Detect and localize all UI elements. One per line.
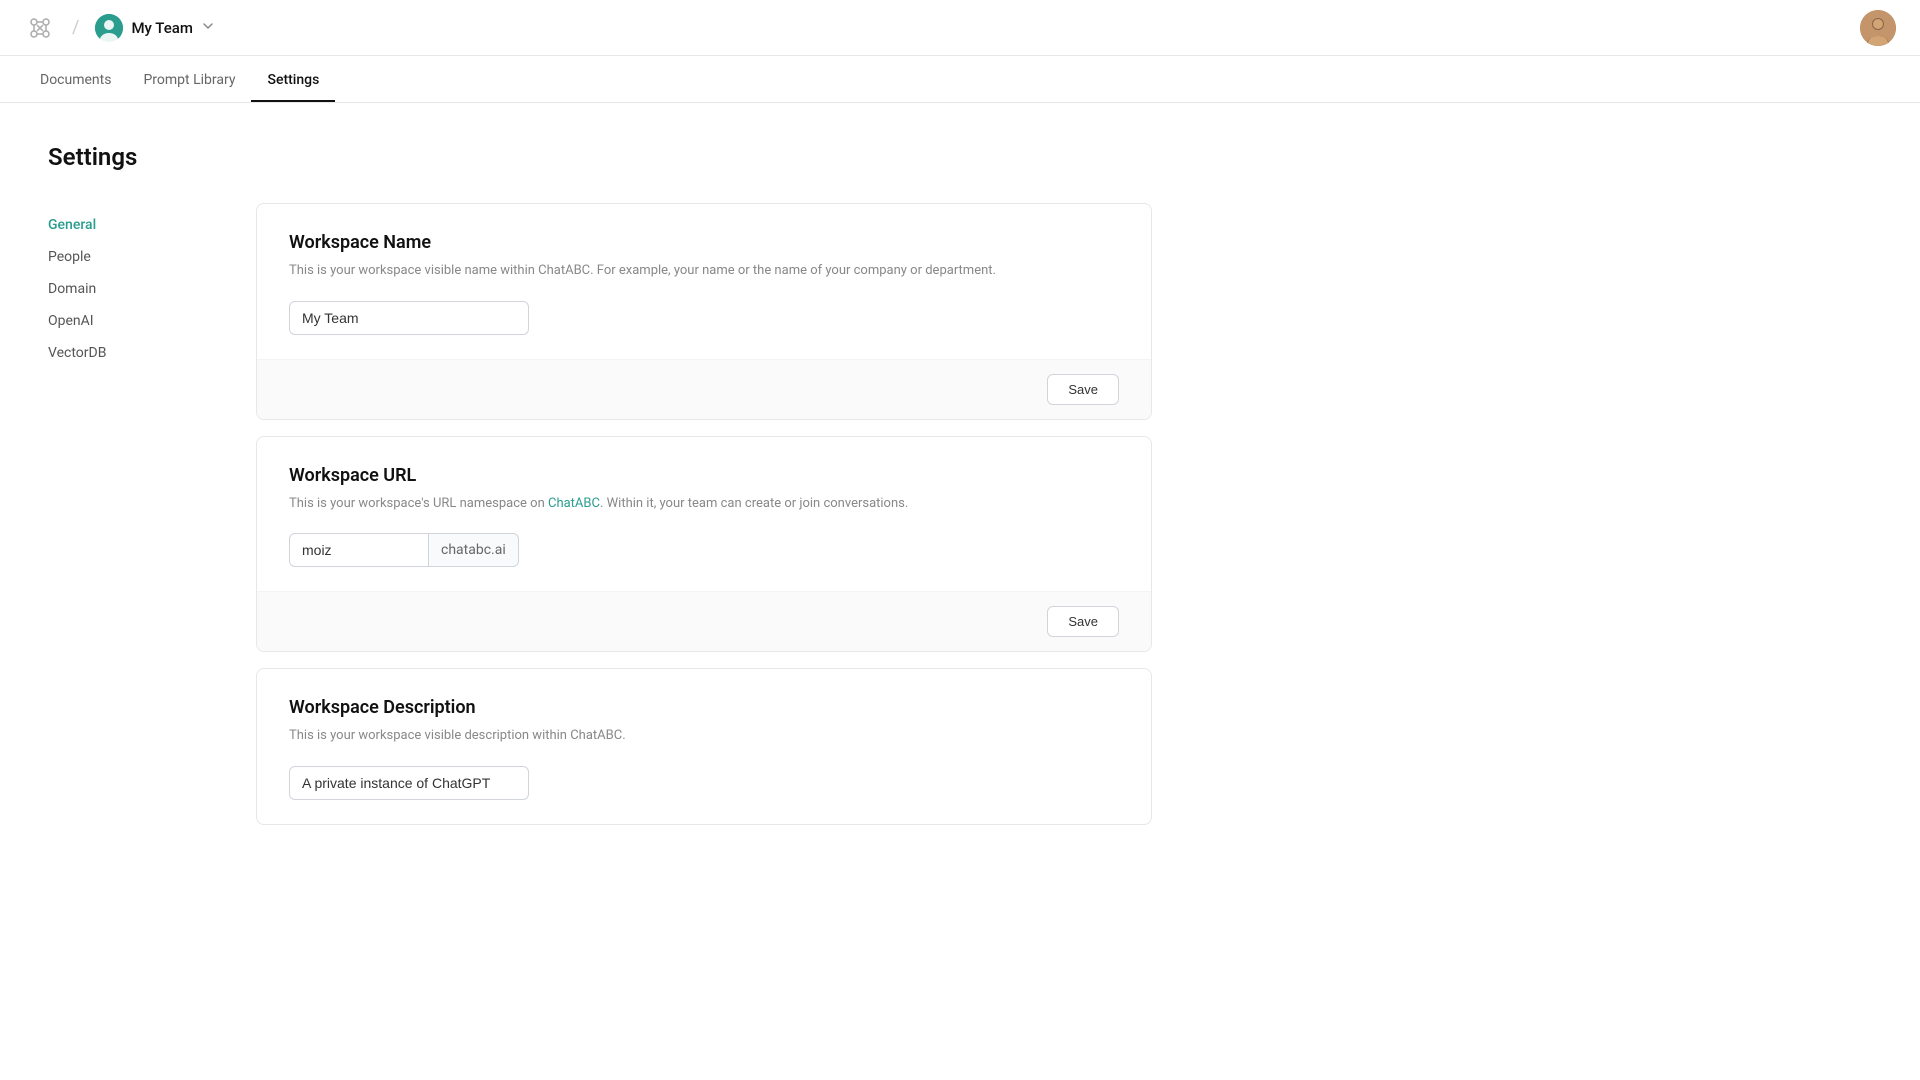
app-logo-icon[interactable]	[24, 12, 56, 44]
chevron-down-icon	[201, 19, 215, 36]
workspace-name-card: Workspace Name This is your workspace vi…	[256, 203, 1152, 420]
user-avatar[interactable]	[1860, 10, 1896, 46]
main-content: Settings General People Domain OpenAI Ve…	[0, 103, 1200, 881]
workspace-name-footer: Save	[257, 359, 1151, 419]
workspace-name-input[interactable]	[289, 301, 529, 335]
settings-layout: General People Domain OpenAI VectorDB Wo…	[48, 203, 1152, 841]
breadcrumb-divider: /	[72, 17, 79, 38]
workspace-url-desc-after: . Within it, your team can create or joi…	[600, 496, 908, 511]
workspace-url-prefix-input[interactable]	[289, 533, 429, 567]
url-input-group: chatabc.ai	[289, 533, 1119, 567]
workspace-url-card-body: Workspace URL This is your workspace's U…	[257, 437, 1151, 592]
tab-documents[interactable]: Documents	[24, 56, 127, 102]
workspace-name-card-body: Workspace Name This is your workspace vi…	[257, 204, 1151, 359]
workspace-description-title: Workspace Description	[289, 697, 1119, 718]
workspace-name-title: Workspace Name	[289, 232, 1119, 253]
workspace-url-card: Workspace URL This is your workspace's U…	[256, 436, 1152, 653]
chatabc-link[interactable]: ChatABC	[548, 496, 600, 511]
workspace-description-card-body: Workspace Description This is your works…	[257, 669, 1151, 824]
workspace-url-desc-before: This is your workspace's URL namespace o…	[289, 496, 548, 511]
workspace-selector[interactable]: My Team	[95, 14, 214, 42]
page-title: Settings	[48, 143, 1152, 171]
workspace-name-save-button[interactable]: Save	[1047, 374, 1119, 405]
sidebar-item-openai[interactable]: OpenAI	[48, 307, 208, 335]
workspace-description-card: Workspace Description This is your works…	[256, 668, 1152, 825]
settings-panels: Workspace Name This is your workspace vi…	[256, 203, 1152, 841]
header-left: / My Team	[24, 12, 215, 44]
sidebar-item-general[interactable]: General	[48, 211, 208, 239]
workspace-url-title: Workspace URL	[289, 465, 1119, 486]
tab-settings[interactable]: Settings	[251, 56, 335, 102]
workspace-url-suffix: chatabc.ai	[429, 533, 519, 567]
sidebar-item-domain[interactable]: Domain	[48, 275, 208, 303]
workspace-url-footer: Save	[257, 591, 1151, 651]
workspace-description-desc: This is your workspace visible descripti…	[289, 726, 1119, 746]
workspace-name-description: This is your workspace visible name with…	[289, 261, 1119, 281]
workspace-url-description: This is your workspace's URL namespace o…	[289, 494, 1119, 514]
workspace-avatar	[95, 14, 123, 42]
settings-sidebar: General People Domain OpenAI VectorDB	[48, 203, 208, 371]
workspace-url-save-button[interactable]: Save	[1047, 606, 1119, 637]
workspace-name-label: My Team	[131, 19, 192, 37]
workspace-description-input[interactable]	[289, 766, 529, 800]
nav-tabs: Documents Prompt Library Settings	[0, 56, 1920, 103]
tab-prompt-library[interactable]: Prompt Library	[127, 56, 251, 102]
user-avatar-image	[1860, 10, 1896, 46]
sidebar-item-people[interactable]: People	[48, 243, 208, 271]
sidebar-item-vectordb[interactable]: VectorDB	[48, 339, 208, 367]
header: / My Team	[0, 0, 1920, 56]
